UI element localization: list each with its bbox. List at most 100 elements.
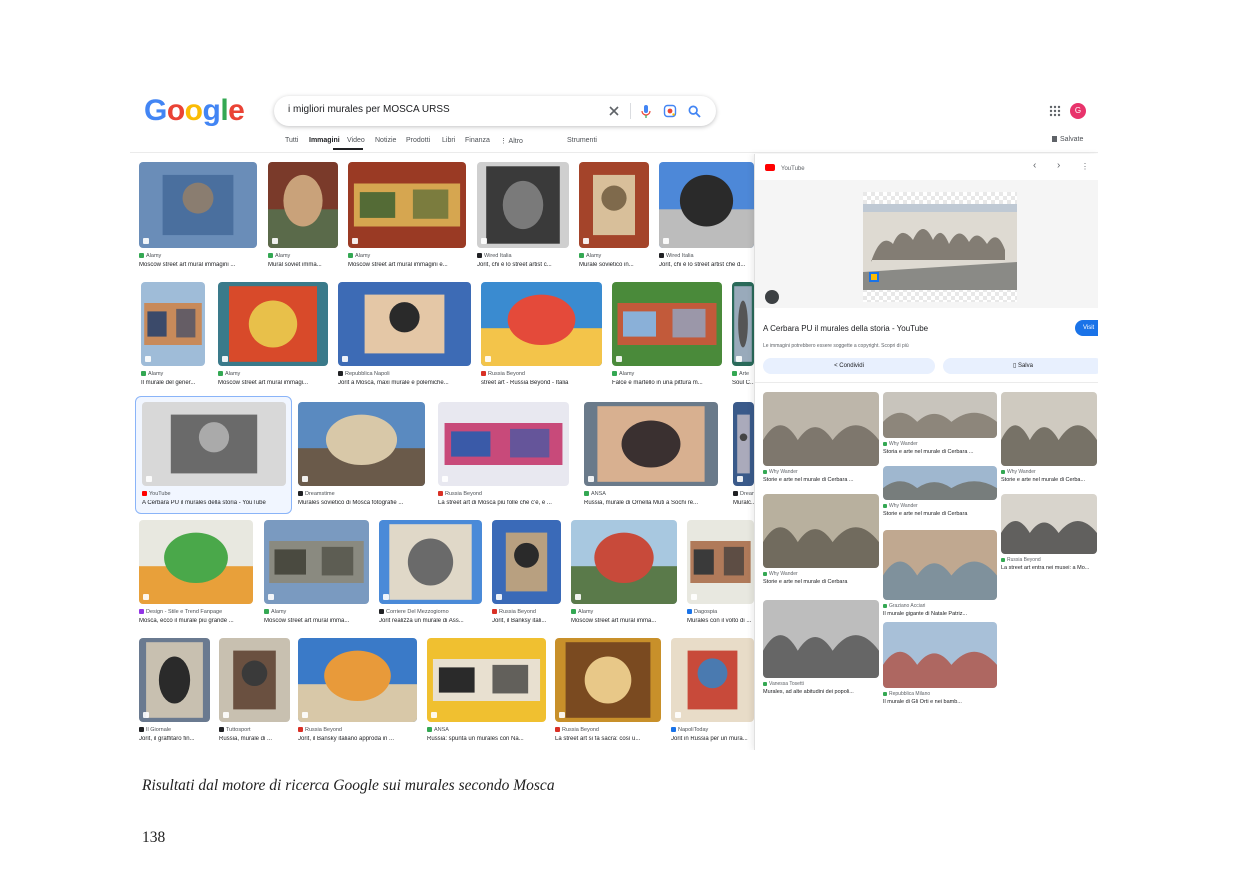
tab-images[interactable]: Immagini [309,137,340,144]
result-source[interactable]: Alamy [139,253,265,259]
result-source[interactable]: Alamy [348,253,474,259]
result-source[interactable]: Dreamstime [298,491,433,497]
tab-products[interactable]: Prodotti [406,137,430,144]
related-image[interactable]: Graziano Acciari Il murale gigante di Nat… [883,530,997,626]
tab-video[interactable]: Video [347,137,365,144]
image-result[interactable]: YouTube A Cerbara PU il murales della sto… [142,402,286,516]
result-source[interactable]: Russia Beyond [438,491,577,497]
image-result[interactable]: Alamy Mural soviet imma... [268,162,338,278]
prev-arrow-icon[interactable]: ‹ [1033,160,1036,171]
related-source[interactable]: Why Wander [763,469,798,475]
result-source[interactable]: Wired Italia [477,253,577,259]
related-image[interactable]: Why Wander Storie e arte nel murale di Ce… [1001,392,1097,492]
result-source[interactable]: Alamy [268,253,346,259]
result-title[interactable]: Jorit in Russia per un mura... [671,736,762,742]
image-result[interactable]: Russia Beyond street art - Russia Beyond … [481,282,602,396]
result-source[interactable]: Il Giornale [139,727,218,733]
result-thumbnail[interactable] [612,282,722,366]
result-source[interactable]: ANSA [427,727,554,733]
result-title[interactable]: Jorit, chi è lo street artist che d... [659,262,762,268]
result-title[interactable]: Falce e martello in una pittura m... [612,380,730,386]
result-title[interactable]: Il murale del gener... [141,380,213,386]
image-result[interactable]: Russia Beyond La street art di Mosca più … [438,402,569,516]
related-image[interactable]: Why Wander Storie e arte nel murale di Ce… [763,494,879,594]
related-source[interactable]: Why Wander [1001,469,1036,475]
result-thumbnail[interactable] [481,282,602,366]
result-title[interactable]: street art - Russia Beyond - Italia [481,380,610,386]
image-result[interactable]: Dagospia Murales con il volto di ... [687,520,754,634]
result-source[interactable]: Design - Stile e Trend Fanpage [139,609,261,615]
related-thumbnail[interactable] [1001,392,1097,466]
result-title[interactable]: Jorit, il graffitaro fin... [139,736,218,742]
related-thumbnail[interactable] [1001,494,1097,554]
image-result[interactable]: Alamy Moscow street art mural immagini ..… [139,162,257,278]
search-icon[interactable] [684,101,704,121]
result-source[interactable]: Alamy [612,371,730,377]
related-title[interactable]: La street art entra nei musei: a Mo... [1001,565,1097,571]
panel-source[interactable]: YouTube [765,164,805,172]
image-result[interactable]: Russia Beyond Jorit, il Bansky italiano a… [298,638,417,750]
result-thumbnail[interactable] [671,638,754,722]
tab-all[interactable]: Tutti [285,137,298,144]
panel-main-image[interactable] [863,192,1017,302]
related-title[interactable]: Storie e arte nel murale di Cerbara [763,579,879,585]
save-button[interactable]: ▯ Salva [943,358,1098,374]
result-source[interactable]: YouTube [142,491,294,497]
result-title[interactable]: Russia, murale di ... [219,736,298,742]
related-image[interactable]: Russia Beyond La street art entra nei mus… [1001,494,1097,580]
result-thumbnail[interactable] [427,638,546,722]
related-image[interactable]: Why Wander Storia e arte nel murale di Ce… [883,392,997,464]
result-thumbnail[interactable] [348,162,466,248]
result-source[interactable]: Russia Beyond [481,371,610,377]
related-image[interactable]: Why Wander Storie e arte nel murale di Ce… [763,392,879,492]
result-thumbnail[interactable] [687,520,754,604]
tab-books[interactable]: Libri [442,137,455,144]
image-result[interactable]: Russia Beyond La street art si fa sacra: … [555,638,661,750]
related-source[interactable]: Vanessa Tosetti [763,681,804,687]
result-title[interactable]: Russia, murale di Ornella Muti a Sochi r… [584,500,726,506]
visit-button[interactable]: Visit [1075,320,1098,336]
related-thumbnail[interactable] [763,600,879,678]
result-thumbnail[interactable] [141,282,205,366]
related-thumbnail[interactable] [883,466,997,500]
more-options-icon[interactable]: ⋮ [1081,162,1089,171]
related-image[interactable]: Repubblica Milano Il murale di Gli Orti e… [883,622,997,714]
saved-link[interactable]: Salvate [1052,136,1083,143]
image-result[interactable]: Corriere Del Mezzogiorno Jorit realizza u… [379,520,482,634]
related-thumbnail[interactable] [763,494,879,568]
tab-finance[interactable]: Finanza [465,137,490,144]
result-source[interactable]: Dagospia [687,609,762,615]
result-thumbnail[interactable] [733,402,754,486]
related-thumbnail[interactable] [763,392,879,466]
image-result[interactable]: Design - Stile e Trend Fanpage Mosca, ecc… [139,520,253,634]
next-arrow-icon[interactable]: › [1057,160,1060,171]
related-title[interactable]: Storie e arte nel murale di Cerba... [1001,477,1097,483]
result-title[interactable]: Murales sovietico di Mosca fotografie ..… [298,500,433,506]
result-title[interactable]: Jorit, il Banksy itali... [492,618,569,624]
result-thumbnail[interactable] [379,520,482,604]
tools-button[interactable]: Strumenti [567,137,597,144]
result-thumbnail[interactable] [139,638,210,722]
related-source[interactable]: Graziano Acciari [883,603,925,609]
result-title[interactable]: Moscow street art mural imma... [264,618,377,624]
lens-icon[interactable] [660,101,680,121]
result-source[interactable]: Tuttosport [219,727,298,733]
account-avatar[interactable]: G [1070,103,1086,119]
related-title[interactable]: Murales, ad alte abitudini dei popoli... [763,689,879,695]
result-source[interactable]: Russia Beyond [298,727,425,733]
related-image[interactable]: Vanessa Tosetti Murales, ad alte abitudin… [763,600,879,704]
result-thumbnail[interactable] [492,520,561,604]
result-thumbnail[interactable] [579,162,649,248]
related-source[interactable]: Why Wander [883,503,918,509]
result-title[interactable]: Jorit a Mosca, maxi murale e polemiche..… [338,380,479,386]
image-result[interactable]: Alamy Murale sovietico in... [579,162,649,278]
image-result[interactable]: Wired Italia Jorit, chi è lo street artis… [659,162,754,278]
microphone-icon[interactable] [636,101,656,121]
image-result[interactable]: Alamy Moscow street art mural immagi... [218,282,328,396]
result-thumbnail[interactable] [298,402,425,486]
result-title[interactable]: Murale sovietico in... [579,262,657,268]
image-result[interactable]: Alamy Moscow street art mural imma... [264,520,369,634]
result-source[interactable]: Repubblica Napoli [338,371,479,377]
result-title[interactable]: Jorit, il Bansky italiano approda in ... [298,736,425,742]
image-result[interactable]: Alamy Falce e martello in una pittura m..… [612,282,722,396]
